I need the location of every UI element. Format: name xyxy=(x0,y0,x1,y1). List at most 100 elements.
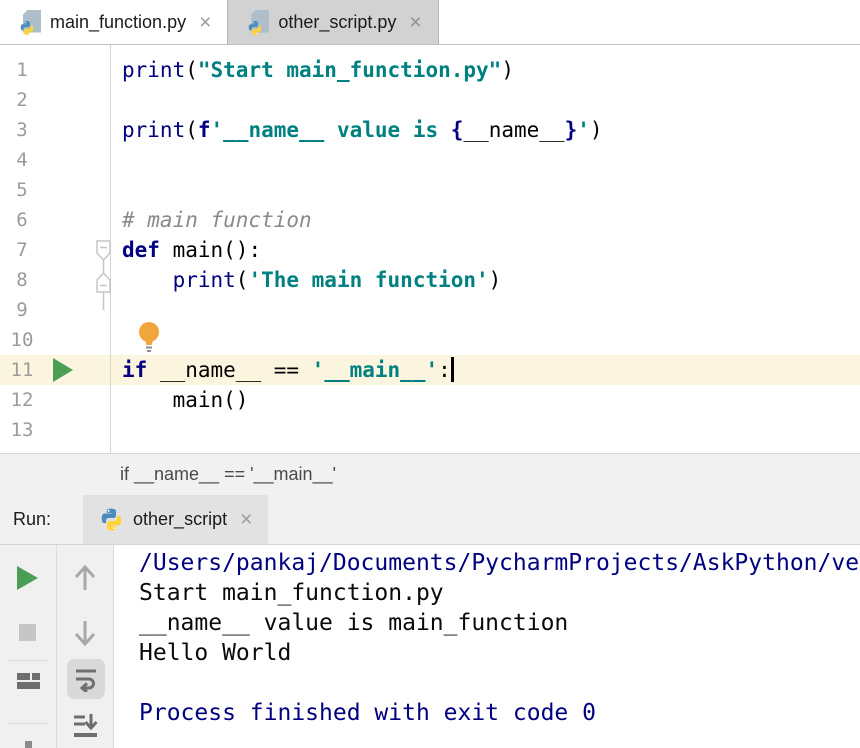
code-token: # main function xyxy=(122,208,312,232)
run-toolbar-left xyxy=(0,545,57,748)
code-line-text[interactable] xyxy=(110,415,860,445)
code-token: "Start main_function.py" xyxy=(198,58,501,82)
code-token xyxy=(122,268,173,292)
tab-label: main_function.py xyxy=(50,12,186,33)
tab-main-function-py[interactable]: main_function.py × xyxy=(0,0,227,44)
editor-line: 7 def main(): xyxy=(0,235,860,265)
editor-line: 11 if __name__ == '__main__': xyxy=(0,355,860,385)
run-tab-other-script[interactable]: other_script × xyxy=(83,495,268,544)
line-number: 5 xyxy=(0,175,44,205)
editor-line: 6 # main function xyxy=(0,205,860,235)
editor-gutter: 10 xyxy=(0,325,110,355)
code-line-text[interactable]: if __name__ == '__main__': xyxy=(110,355,860,385)
editor-gutter: 9 xyxy=(0,295,110,325)
code-line-text[interactable]: print(f'__name__ value is {__name__}') xyxy=(110,115,860,145)
next-occurrence-button[interactable] xyxy=(71,618,99,648)
console-line: Hello World xyxy=(139,638,860,668)
code-line-text[interactable] xyxy=(110,295,860,325)
line-number: 8 xyxy=(0,265,44,295)
soft-wrap-icon xyxy=(74,666,98,692)
fold-end-icon xyxy=(97,273,110,292)
restore-layout-button[interactable] xyxy=(17,673,40,689)
editor-gutter: 6 xyxy=(0,205,110,235)
code-line-text[interactable]: main() xyxy=(110,385,860,415)
console-line xyxy=(139,668,860,698)
line-number: 2 xyxy=(0,85,44,115)
python-file-icon xyxy=(20,10,41,35)
code-token: { xyxy=(451,118,464,142)
tab-other-script-py[interactable]: other_script.py × xyxy=(227,0,438,44)
code-token: main() xyxy=(122,388,248,412)
editor-gutter: 11 xyxy=(0,355,110,385)
code-line-text[interactable] xyxy=(110,85,860,115)
line-number: 10 xyxy=(0,325,44,355)
run-line-icon[interactable] xyxy=(53,358,73,382)
editor-line: 5 xyxy=(0,175,860,205)
fold-start-icon xyxy=(97,241,110,260)
code-editor[interactable]: 1print("Start main_function.py")23print(… xyxy=(0,45,860,453)
code-line-text[interactable] xyxy=(110,175,860,205)
line-number: 11 xyxy=(0,355,44,385)
editor-gutter: 5 xyxy=(0,175,110,205)
editor-line: 12 main() xyxy=(0,385,860,415)
run-panel-title: Run: xyxy=(13,495,51,544)
editor-line: 9 xyxy=(0,295,860,325)
editor-tab-bar: main_function.py × other_script.py × xyxy=(0,0,860,45)
code-token: '__name__ value is xyxy=(211,118,451,142)
code-line-text[interactable]: # main function xyxy=(110,205,860,235)
code-line-text[interactable] xyxy=(110,325,860,355)
stop-button[interactable] xyxy=(19,624,36,641)
editor-line: 8 print('The main function') xyxy=(0,265,860,295)
editor-gutter: 12 xyxy=(0,385,110,415)
editor-gutter: 2 xyxy=(0,85,110,115)
code-token: ) xyxy=(489,268,502,292)
console-line: /Users/pankaj/Documents/PycharmProjects/… xyxy=(139,548,860,578)
line-number: 4 xyxy=(0,145,44,175)
line-number: 13 xyxy=(0,415,44,445)
run-panel-header: Run: other_script × xyxy=(0,495,860,545)
pin-button[interactable] xyxy=(25,741,32,748)
text-caret xyxy=(451,357,454,382)
code-token: : xyxy=(438,358,451,382)
code-line-text[interactable]: print('The main function') xyxy=(110,265,860,295)
code-line-text[interactable]: def main(): xyxy=(110,235,860,265)
code-line-text[interactable]: print("Start main_function.py") xyxy=(110,55,860,85)
code-token: def xyxy=(122,238,160,262)
line-number: 7 xyxy=(0,235,44,265)
editor-line: 4 xyxy=(0,145,860,175)
close-icon[interactable]: × xyxy=(195,12,215,33)
code-token: 'The main function' xyxy=(248,268,488,292)
code-token: print xyxy=(122,118,185,142)
code-token: print xyxy=(173,268,236,292)
soft-wrap-toggle[interactable] xyxy=(67,659,105,699)
code-token: if xyxy=(122,358,147,382)
code-token: ( xyxy=(236,268,249,292)
code-token: ) xyxy=(501,58,514,82)
console-line: Start main_function.py xyxy=(139,578,860,608)
editor-gutter: 4 xyxy=(0,145,110,175)
rerun-button[interactable] xyxy=(17,566,38,590)
toolbar-separator xyxy=(8,660,48,661)
console-output: /Users/pankaj/Documents/PycharmProjects/… xyxy=(114,545,860,748)
code-line-text[interactable] xyxy=(110,145,860,175)
close-icon[interactable]: × xyxy=(236,509,256,530)
close-icon[interactable]: × xyxy=(405,12,425,33)
editor-line: 2 xyxy=(0,85,860,115)
tab-label: other_script.py xyxy=(278,12,396,33)
intention-lightbulb-icon[interactable] xyxy=(137,321,163,353)
breadcrumb-item[interactable]: if __name__ == '__main__' xyxy=(120,464,336,485)
console-line: Process finished with exit code 0 xyxy=(139,698,860,728)
prev-occurrence-button[interactable] xyxy=(71,563,99,593)
breadcrumb-bar: if __name__ == '__main__' xyxy=(0,453,860,495)
code-fold-markers[interactable] xyxy=(95,240,115,310)
editor-gutter: 3 xyxy=(0,115,110,145)
editor-gutter: 7 xyxy=(0,235,110,265)
line-number: 9 xyxy=(0,295,44,325)
python-logo-icon xyxy=(99,507,124,532)
toolbar-separator xyxy=(8,723,48,724)
code-token: __name__ == xyxy=(147,358,311,382)
scroll-to-end-button[interactable] xyxy=(73,713,98,739)
run-tab-label: other_script xyxy=(133,509,227,530)
line-number: 6 xyxy=(0,205,44,235)
editor-line: 1print("Start main_function.py") xyxy=(0,55,860,85)
